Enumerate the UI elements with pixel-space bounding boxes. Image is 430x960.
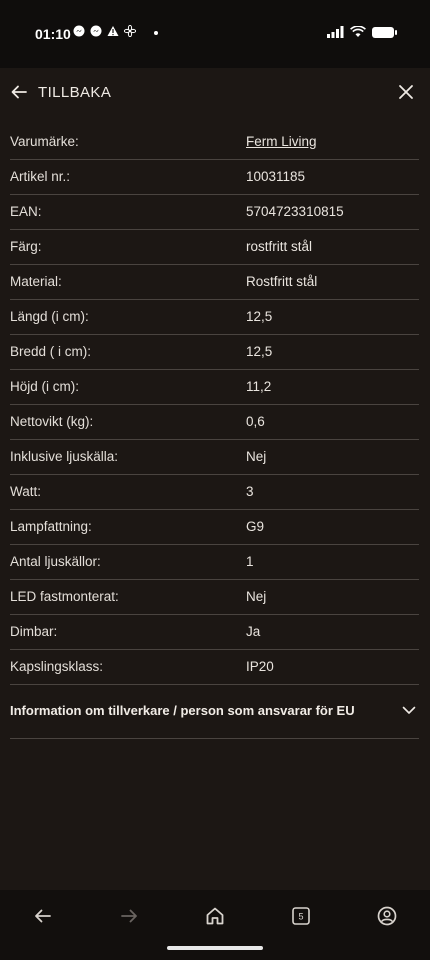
manufacturer-info-accordion[interactable]: Information om tillverkare / person som … bbox=[10, 692, 419, 739]
spec-row: Antal ljuskällor: 1 bbox=[10, 545, 419, 580]
spec-row: LED fastmonterat: Nej bbox=[10, 580, 419, 615]
spec-value: 12,5 bbox=[246, 344, 273, 359]
spec-row: Färg: rostfritt stål bbox=[10, 230, 419, 265]
spec-label: Dimbar: bbox=[10, 624, 58, 639]
wifi-icon bbox=[350, 26, 366, 37]
back-arrow-icon[interactable] bbox=[31, 904, 55, 928]
spec-label: Watt: bbox=[10, 484, 42, 499]
spec-row: Nettovikt (kg): 0,6 bbox=[10, 405, 419, 440]
spec-label: Antal ljuskällor: bbox=[10, 554, 101, 569]
spec-row: Längd (i cm): 12,5 bbox=[10, 300, 419, 335]
spec-label: EAN: bbox=[10, 204, 42, 219]
spec-label: Höjd (i cm): bbox=[10, 379, 80, 394]
spec-value: G9 bbox=[246, 519, 265, 534]
system-indicators bbox=[327, 26, 397, 38]
spec-row: Varumärke: Ferm Living bbox=[10, 125, 419, 160]
spec-row: EAN: 5704723310815 bbox=[10, 195, 419, 230]
spec-row: Lampfattning: G9 bbox=[10, 510, 419, 545]
spec-row: Dimbar: Ja bbox=[10, 615, 419, 650]
spec-label: Bredd ( i cm): bbox=[10, 344, 92, 359]
messenger-icon bbox=[90, 25, 102, 37]
back-button[interactable]: TILLBAKA bbox=[10, 80, 111, 104]
battery-icon bbox=[372, 26, 397, 38]
spec-value: Rostfritt stål bbox=[246, 274, 318, 289]
signal-icon bbox=[327, 26, 344, 38]
spec-row: Bredd ( i cm): 12,5 bbox=[10, 335, 419, 370]
spec-label: Material: bbox=[10, 274, 62, 289]
header-bar: TILLBAKA bbox=[0, 68, 430, 116]
spec-row: Inklusive ljuskälla: Nej bbox=[10, 440, 419, 475]
spec-row: Artikel nr.: 10031185 bbox=[10, 160, 419, 195]
spec-label: Lampfattning: bbox=[10, 519, 92, 534]
spec-value: Nej bbox=[246, 589, 267, 604]
spec-label: Längd (i cm): bbox=[10, 309, 89, 324]
spec-value: rostfritt stål bbox=[246, 239, 313, 254]
spec-value: Nej bbox=[246, 449, 267, 464]
accordion-title: Information om tillverkare / person som … bbox=[10, 703, 355, 718]
spec-value: 12,5 bbox=[246, 309, 273, 324]
home-indicator[interactable] bbox=[167, 946, 263, 950]
arrow-left-icon bbox=[11, 85, 27, 99]
spec-label: Inklusive ljuskälla: bbox=[10, 449, 119, 464]
spec-row: Höjd (i cm): 11,2 bbox=[10, 370, 419, 405]
warning-icon bbox=[107, 26, 119, 36]
spec-label: Varumärke: bbox=[10, 134, 79, 149]
back-label: TILLBAKA bbox=[38, 83, 112, 101]
forward-arrow-icon[interactable] bbox=[117, 904, 141, 928]
spec-row: Material: Rostfritt stål bbox=[10, 265, 419, 300]
spec-label: Färg: bbox=[10, 239, 42, 254]
more-notifications-dot bbox=[154, 31, 158, 35]
spec-label: Artikel nr.: bbox=[10, 169, 71, 184]
tabs-icon[interactable]: 5 bbox=[289, 904, 313, 928]
chevron-down-icon bbox=[402, 706, 416, 714]
browser-nav-bar: 5 bbox=[0, 890, 430, 960]
spec-value: 10031185 bbox=[246, 169, 306, 184]
spec-value: 5704723310815 bbox=[246, 204, 344, 219]
spec-label: Kapslingsklass: bbox=[10, 659, 104, 674]
spec-value: 11,2 bbox=[246, 379, 272, 394]
spec-value: 1 bbox=[246, 554, 254, 569]
home-icon[interactable] bbox=[203, 904, 227, 928]
status-bar: 01:10 bbox=[0, 0, 430, 68]
messenger-icon bbox=[73, 25, 85, 37]
tabs-count: 5 bbox=[298, 911, 303, 921]
close-icon[interactable] bbox=[394, 80, 418, 104]
spec-row: Kapslingsklass: IP20 bbox=[10, 650, 419, 685]
notification-icons bbox=[73, 25, 136, 37]
spec-label: Nettovikt (kg): bbox=[10, 414, 94, 429]
spec-value: 0,6 bbox=[246, 414, 265, 429]
spec-row: Watt: 3 bbox=[10, 475, 419, 510]
fan-icon bbox=[124, 25, 136, 37]
spec-value: IP20 bbox=[246, 659, 274, 674]
spec-label: LED fastmonterat: bbox=[10, 589, 119, 604]
brand-link[interactable]: Ferm Living bbox=[246, 134, 317, 149]
product-specs-list: Varumärke: Ferm Living Artikel nr.: 1003118… bbox=[10, 125, 419, 685]
spec-value: 3 bbox=[246, 484, 254, 499]
account-icon[interactable] bbox=[375, 904, 399, 928]
status-time: 01:10 bbox=[35, 26, 71, 42]
spec-value: Ja bbox=[246, 624, 261, 639]
